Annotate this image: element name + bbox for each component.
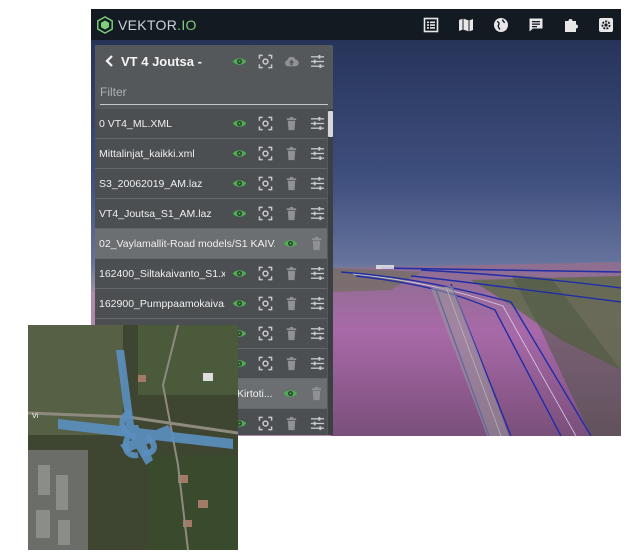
focus-icon[interactable] (257, 53, 273, 69)
layer-row[interactable]: VT4_Joutsa_S1_AM.laz (95, 199, 327, 229)
layer-actions (231, 116, 333, 132)
layer-actions (282, 236, 333, 252)
layer-actions (231, 326, 333, 342)
focus-icon[interactable] (257, 116, 273, 132)
settings-icon[interactable] (595, 14, 617, 36)
layer-row[interactable]: S3_20062019_AM.laz (95, 169, 327, 199)
brand[interactable]: VEKTOR.IO (96, 9, 197, 40)
layer-name: 02_Vaylamallit-Road models/S1 KAIV... (99, 237, 275, 250)
eye-icon[interactable] (282, 236, 298, 252)
layer-actions (231, 176, 333, 192)
top-toolbar (407, 9, 617, 40)
puzzle-icon[interactable] (560, 14, 582, 36)
sliders-icon[interactable] (309, 116, 325, 132)
eye-icon[interactable] (231, 206, 247, 222)
trash-icon[interactable] (308, 386, 324, 402)
layer-row[interactable]: Mittalinjat_kaikki.xml (95, 139, 327, 169)
panel-title: VT 4 Joutsa - (121, 53, 202, 69)
layer-actions (231, 266, 333, 282)
back-chevron-icon[interactable] (104, 54, 116, 68)
trash-icon[interactable] (308, 236, 324, 252)
focus-icon[interactable] (257, 416, 273, 432)
sliders-icon[interactable] (309, 416, 325, 432)
layer-row[interactable]: 162900_Pumppaamokaiva... (95, 289, 327, 319)
eye-icon[interactable] (231, 176, 247, 192)
cloud-upload-icon[interactable] (283, 53, 299, 69)
trash-icon[interactable] (283, 356, 299, 372)
focus-icon[interactable] (257, 356, 273, 372)
map-icon[interactable] (455, 14, 477, 36)
layer-name: S3_20062019_AM.laz (99, 177, 203, 190)
sliders-icon[interactable] (309, 176, 325, 192)
trash-icon[interactable] (283, 266, 299, 282)
trash-icon[interactable] (283, 326, 299, 342)
satellite-map-inset[interactable]: Vi (28, 325, 238, 550)
road-name-label: Vi (32, 413, 39, 420)
eye-icon[interactable] (231, 116, 247, 132)
layer-name: 0 VT4_ML.XML (99, 117, 172, 130)
filter-field-wrapper (100, 81, 328, 105)
sliders-icon[interactable] (309, 356, 325, 372)
vektor-logo-icon (97, 15, 113, 34)
trash-icon[interactable] (283, 416, 299, 432)
eye-icon[interactable] (231, 266, 247, 282)
layer-name: Kirtoti... (237, 387, 273, 400)
layer-actions (231, 356, 333, 372)
focus-icon[interactable] (257, 266, 273, 282)
focus-icon[interactable] (257, 146, 273, 162)
layer-row[interactable]: 02_Vaylamallit-Road models/S1 KAIV... (95, 229, 327, 259)
layer-name: 162900_Pumppaamokaiva... (99, 297, 225, 310)
layer-name: VT4_Joutsa_S1_AM.laz (99, 207, 212, 220)
focus-icon[interactable] (257, 176, 273, 192)
scrollbar[interactable] (328, 109, 333, 435)
eye-icon[interactable] (231, 146, 247, 162)
top-bar: VEKTOR.IO (91, 9, 621, 40)
sliders-icon[interactable] (309, 326, 325, 342)
layer-name: 162400_Siltakaivanto_S1.x... (99, 267, 225, 280)
layer-actions (231, 146, 333, 162)
eye-icon[interactable] (231, 296, 247, 312)
satellite-imagery (28, 325, 238, 550)
globe-icon[interactable] (490, 14, 512, 36)
focus-icon[interactable] (257, 326, 273, 342)
layer-actions (231, 296, 333, 312)
scrollbar-thumb[interactable] (328, 111, 333, 137)
sliders-icon[interactable] (309, 206, 325, 222)
filter-input[interactable] (100, 85, 328, 99)
eye-icon[interactable] (231, 53, 247, 69)
trash-icon[interactable] (283, 206, 299, 222)
layer-actions (282, 386, 333, 402)
trash-icon[interactable] (283, 116, 299, 132)
notes-icon[interactable] (525, 14, 547, 36)
table-icon[interactable] (420, 14, 442, 36)
trash-icon[interactable] (283, 296, 299, 312)
sliders-icon[interactable] (309, 146, 325, 162)
panel-header-actions (231, 53, 333, 69)
layer-row[interactable]: 0 VT4_ML.XML (95, 109, 327, 139)
trash-icon[interactable] (283, 176, 299, 192)
brand-name: VEKTOR.IO (118, 16, 197, 33)
trash-icon[interactable] (283, 146, 299, 162)
layer-name: Mittalinjat_kaikki.xml (99, 147, 195, 160)
eye-icon[interactable] (282, 386, 298, 402)
focus-icon[interactable] (257, 206, 273, 222)
sliders-icon[interactable] (309, 53, 325, 69)
focus-icon[interactable] (257, 296, 273, 312)
layer-actions (231, 416, 333, 432)
layer-actions (231, 206, 333, 222)
sliders-icon[interactable] (309, 266, 325, 282)
sliders-icon[interactable] (309, 296, 325, 312)
layer-row[interactable]: 162400_Siltakaivanto_S1.x... (95, 259, 327, 289)
